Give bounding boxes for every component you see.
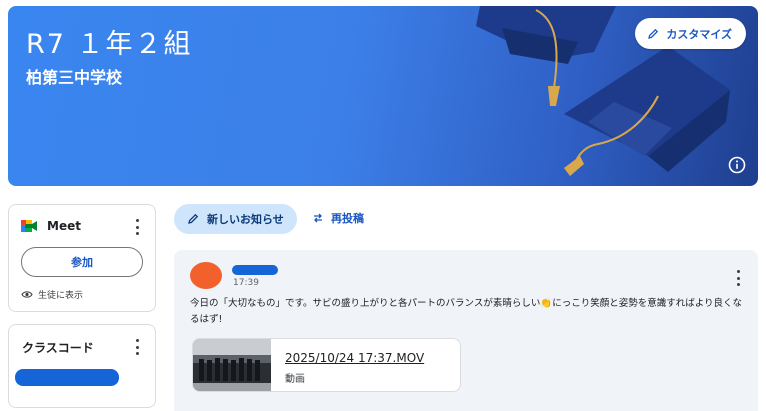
customize-label: カスタマイズ xyxy=(666,27,732,41)
attachment-type: 動画 xyxy=(285,374,305,385)
video-thumbnail xyxy=(193,339,271,391)
meet-visibility: 生徒に表示 xyxy=(21,288,83,301)
meet-card: Meet 参加 生徒に表示 xyxy=(8,204,156,312)
school-name: 柏第三中学校 xyxy=(26,68,123,87)
meet-more-icon[interactable] xyxy=(135,219,139,235)
visibility-label: 生徒に表示 xyxy=(38,291,84,301)
eye-icon xyxy=(21,291,33,298)
post-text: 今日の「大切なもの」です。サビの盛り上がりと各パートのバランスが素晴らしい👏にっ… xyxy=(190,298,743,325)
class-code-header: クラスコード xyxy=(22,339,94,356)
repost-label: 再投稿 xyxy=(331,212,364,225)
customize-button[interactable]: カスタマイズ xyxy=(635,18,746,49)
class-code-title: クラスコード xyxy=(22,341,94,355)
attachment-title: 2025/10/24 17:37.MOV xyxy=(285,351,425,365)
post-more-icon[interactable] xyxy=(736,270,740,286)
class-banner: R7 １年２組 柏第三中学校 カスタマイズ xyxy=(8,6,758,186)
meet-header: Meet xyxy=(21,219,81,233)
post-time: 17:39 xyxy=(233,278,259,288)
class-title: R7 １年２組 xyxy=(26,29,193,60)
avatar xyxy=(190,262,222,289)
announcement-post: 17:39 今日の「大切なもの」です。サビの盛り上がりと各パートのバランスが素晴… xyxy=(174,250,758,411)
pencil-icon xyxy=(188,213,199,224)
repost-button[interactable]: 再投稿 xyxy=(312,210,364,226)
join-meet-button[interactable]: 参加 xyxy=(21,247,143,277)
class-code-card: クラスコード xyxy=(8,324,156,408)
new-announcement-button[interactable]: 新しいお知らせ xyxy=(174,204,297,234)
info-icon[interactable] xyxy=(728,156,746,174)
google-meet-icon xyxy=(21,220,37,232)
class-code-redacted xyxy=(15,369,119,386)
class-code-more-icon[interactable] xyxy=(135,339,139,355)
video-attachment[interactable]: 2025/10/24 17:37.MOV 動画 xyxy=(192,338,461,392)
repost-icon xyxy=(314,213,322,223)
new-announcement-label: 新しいお知らせ xyxy=(207,213,284,226)
meet-title: Meet xyxy=(47,219,81,233)
pencil-icon xyxy=(648,28,659,39)
author-name-redacted xyxy=(232,265,278,275)
